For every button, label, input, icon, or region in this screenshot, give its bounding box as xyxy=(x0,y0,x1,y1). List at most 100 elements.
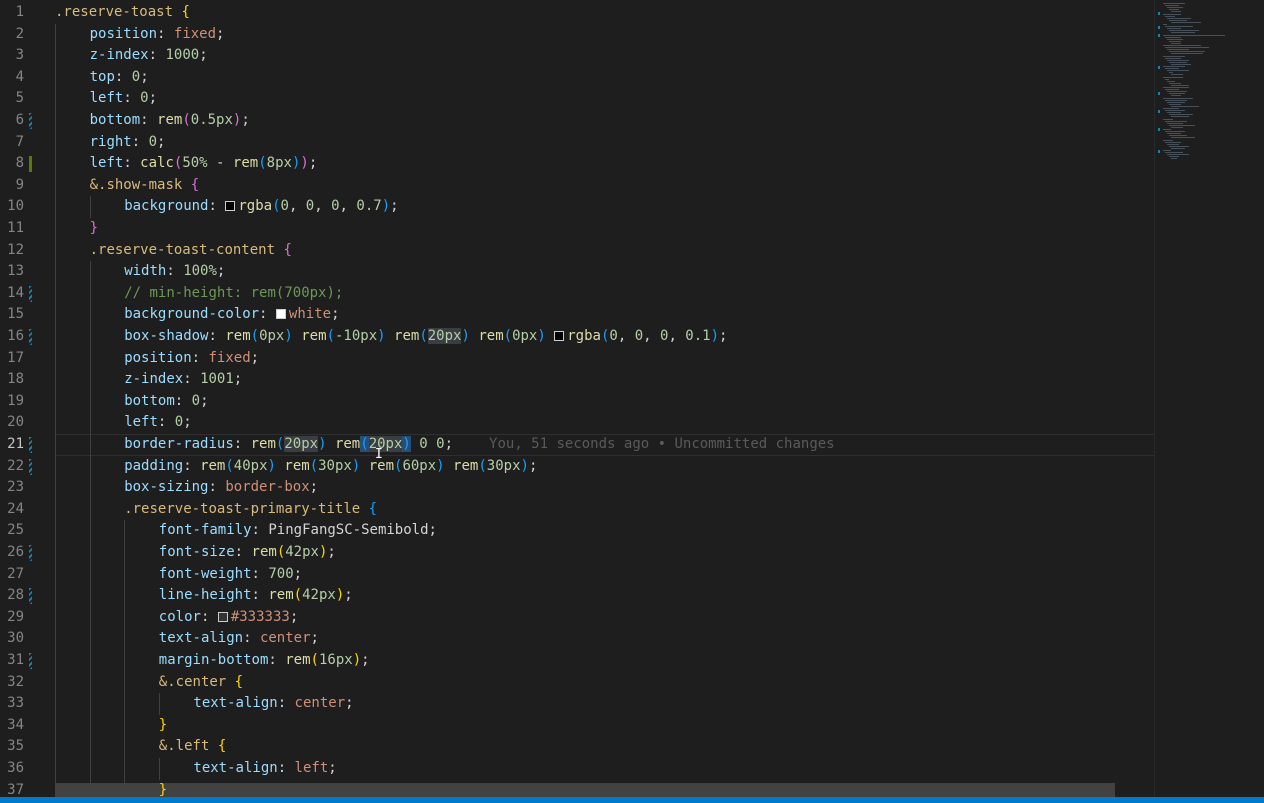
code-text[interactable]: left: 0; xyxy=(124,412,191,434)
code-line[interactable]: 11} xyxy=(0,218,1154,240)
minimap-line xyxy=(1167,112,1181,114)
git-modified-gutter-marker[interactable] xyxy=(29,545,32,561)
code-text[interactable]: &.show-mask { xyxy=(90,175,200,197)
code-line[interactable]: 2 position: fixed; xyxy=(0,23,1154,46)
code-line[interactable]: 13 width: 100%; xyxy=(0,261,1154,283)
code-line[interactable]: 15 background-color: white; xyxy=(0,304,1154,326)
code-text[interactable]: margin-bottom: rem(16px); xyxy=(159,650,370,672)
code-line[interactable]: 3 z-index: 1000; xyxy=(0,45,1154,67)
code-text[interactable]: text-align: center; xyxy=(193,693,353,715)
code-text[interactable]: position: fixed; xyxy=(90,24,225,46)
code-token: bottom xyxy=(89,112,141,128)
code-line[interactable]: 33 text-align: center; xyxy=(0,693,1154,715)
code-text[interactable]: border-radius: rem(20px) rem(20px) 0 0; Y… xyxy=(124,434,835,456)
code-line[interactable]: 34} xyxy=(0,714,1154,737)
git-modified-gutter-marker[interactable] xyxy=(29,329,32,345)
code-text[interactable]: &.center { xyxy=(159,672,243,694)
code-line[interactable]: 26 font-size: rem(42px); xyxy=(0,542,1154,564)
code-line[interactable]: 5 left: 0; xyxy=(0,88,1154,110)
code-text[interactable]: .reserve-toast-primary-title { xyxy=(124,499,377,521)
code-line[interactable]: 19 bottom: 0; xyxy=(0,390,1154,413)
code-line[interactable]: 6 bottom: rem(0.5px); xyxy=(0,110,1154,132)
code-text[interactable]: } xyxy=(90,218,98,240)
code-token: ; xyxy=(428,522,437,539)
code-text[interactable]: bottom: 0; xyxy=(124,391,208,413)
code-line[interactable]: 32 &.center { xyxy=(0,671,1154,694)
git-modified-gutter-marker[interactable] xyxy=(29,653,32,669)
code-line[interactable]: 31 margin-bottom: rem(16px); xyxy=(0,650,1154,672)
code-text[interactable]: font-family: PingFangSC-Semibold; xyxy=(159,520,437,542)
color-swatch-icon[interactable] xyxy=(217,611,228,622)
code-line[interactable]: 1 .reserve-toast { xyxy=(0,2,1154,24)
code-token: ; xyxy=(361,652,370,668)
code-text[interactable]: z-index: 1001; xyxy=(124,369,242,391)
git-modified-gutter-marker[interactable] xyxy=(29,285,32,302)
code-line[interactable]: 24 .reserve-toast-primary-title { xyxy=(0,498,1154,521)
code-token: 0.5px xyxy=(190,112,233,128)
code-line[interactable]: 23 box-sizing: border-box; xyxy=(0,477,1154,499)
status-bar[interactable] xyxy=(0,797,1264,803)
code-text[interactable]: padding: rem(40px) rem(30px) rem(60px) r… xyxy=(124,456,537,478)
code-line[interactable]: 21 border-radius: rem(20px) rem(20px) 0 0… xyxy=(0,434,1154,456)
line-number: 19 xyxy=(7,392,24,409)
code-line[interactable]: 29 color: #333333; xyxy=(0,606,1154,629)
git-added-gutter-marker[interactable] xyxy=(29,156,32,173)
code-line[interactable]: 28 line-height: rem(42px); xyxy=(0,585,1154,607)
code-text[interactable]: z-index: 1000; xyxy=(90,45,208,67)
code-line[interactable]: 9 &.show-mask { xyxy=(0,174,1154,197)
code-text[interactable]: } xyxy=(159,780,167,797)
code-text[interactable]: left: calc(50% - rem(8px)); xyxy=(90,153,318,175)
code-text[interactable]: background-color: white; xyxy=(124,304,339,326)
git-modified-gutter-marker[interactable] xyxy=(29,437,32,453)
code-text[interactable]: text-align: center; xyxy=(159,628,319,650)
code-text[interactable]: text-align: left; xyxy=(193,758,336,780)
code-text[interactable]: width: 100%; xyxy=(124,261,225,283)
code-text[interactable]: // min-height: rem(700px); xyxy=(124,283,343,305)
code-line[interactable]: 22 padding: rem(40px) rem(30px) rem(60px)… xyxy=(0,455,1154,478)
color-swatch-icon[interactable] xyxy=(275,309,286,320)
code-line[interactable]: 37} xyxy=(0,779,1154,797)
code-line[interactable]: 36 text-align: left; xyxy=(0,758,1154,780)
code-line[interactable]: 18 z-index: 1001; xyxy=(0,369,1154,391)
code-line[interactable]: 12 .reserve-toast-content { xyxy=(0,239,1154,262)
minimap-line xyxy=(1163,108,1179,109)
minimap[interactable] xyxy=(1154,0,1264,797)
code-line[interactable]: 8 left: calc(50% - rem(8px)); xyxy=(0,153,1154,175)
code-line[interactable]: 27 font-weight: 700; xyxy=(0,563,1154,586)
code-text[interactable]: left: 0; xyxy=(90,88,157,110)
code-line[interactable]: 4 top: 0; xyxy=(0,66,1154,89)
minimap-change-marker xyxy=(1158,128,1160,131)
code-text[interactable]: bottom: rem(0.5px); xyxy=(90,110,250,132)
code-line[interactable]: 35 &.left { xyxy=(0,736,1154,758)
code-line[interactable]: 14 // min-height: rem(700px); xyxy=(0,282,1154,305)
code-line[interactable]: 10 background: rgba(0, 0, 0, 0.7); xyxy=(0,196,1154,218)
code-line[interactable]: 7 right: 0; xyxy=(0,131,1154,154)
code-text[interactable]: font-size: rem(42px); xyxy=(159,542,336,564)
code-text[interactable]: .reserve-toast-content { xyxy=(90,240,292,262)
code-text[interactable]: font-weight: 700; xyxy=(159,564,302,586)
code-text[interactable]: box-sizing: border-box; xyxy=(124,477,318,499)
code-editor[interactable]: 1 .reserve-toast {2 position: fixed; 3 z-ind… xyxy=(0,0,1154,797)
code-line[interactable]: 25 font-family: PingFangSC-Semibold; xyxy=(0,520,1154,542)
code-text[interactable]: box-shadow: rem(0px) rem(-10px) rem(20px… xyxy=(124,326,727,348)
code-text[interactable]: line-height: rem(42px); xyxy=(159,585,353,607)
code-text[interactable]: &.left { xyxy=(159,736,226,758)
code-line[interactable]: 16 box-shadow: rem(0px) rem(-10px) rem(20… xyxy=(0,326,1154,348)
color-swatch-icon[interactable] xyxy=(225,201,236,212)
code-text[interactable]: right: 0; xyxy=(90,132,166,154)
color-swatch-icon[interactable] xyxy=(554,331,565,341)
indent-guide xyxy=(124,758,126,780)
git-modified-gutter-marker[interactable] xyxy=(29,458,32,475)
code-text[interactable]: position: fixed; xyxy=(124,348,259,370)
code-line[interactable]: 20 left: 0; xyxy=(0,412,1154,434)
code-line[interactable]: 17 position: fixed; xyxy=(0,347,1154,370)
git-modified-gutter-marker[interactable] xyxy=(29,588,32,605)
code-text[interactable]: } xyxy=(159,715,167,737)
code-text[interactable]: color: #333333; xyxy=(159,607,298,629)
code-text[interactable]: .reserve-toast { xyxy=(55,2,190,24)
code-text[interactable]: background: rgba(0, 0, 0, 0.7); xyxy=(124,196,398,218)
git-modified-gutter-marker[interactable] xyxy=(29,113,32,129)
code-text[interactable]: top: 0; xyxy=(90,67,149,89)
code-line[interactable]: 30 text-align: center; xyxy=(0,628,1154,650)
